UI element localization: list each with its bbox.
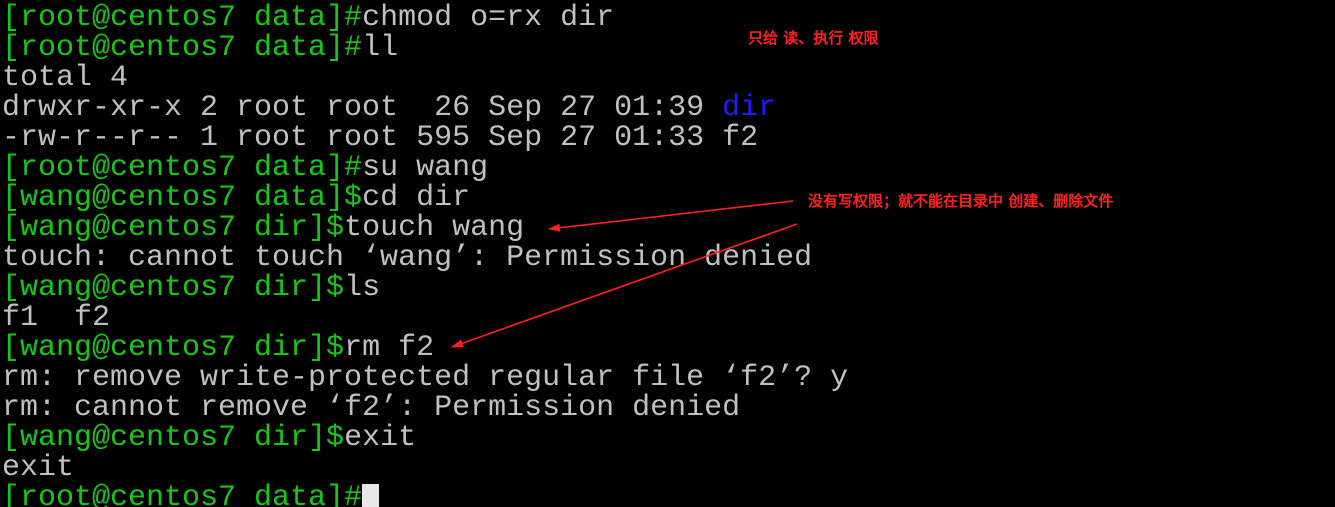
command-text: cd dir (362, 181, 471, 215)
shell-prompt: [root@centos7 data]# (2, 31, 363, 65)
shell-prompt: [wang@centos7 data]$ (2, 181, 363, 215)
output-text: exit (2, 451, 75, 485)
terminal-line: rm: cannot remove ‘f2’: Permission denie… (2, 393, 740, 423)
terminal-line: [wang@centos7 dir]$touch wang (2, 213, 524, 243)
terminal-line: [root@centos7 data]#ll (2, 33, 398, 63)
arrow-to-touch-command (548, 200, 794, 232)
terminal-line: [root@centos7 data]#su wang (2, 153, 488, 183)
output-text: touch: cannot touch ‘wang’: Permission d… (2, 241, 813, 275)
command-text: ls (344, 271, 381, 305)
output-text: rm: cannot remove ‘f2’: Permission denie… (2, 391, 741, 425)
terminal-line: touch: cannot touch ‘wang’: Permission d… (2, 243, 812, 273)
command-text: exit (344, 421, 417, 455)
command-text: touch wang (344, 211, 525, 245)
shell-prompt: [wang@centos7 dir]$ (2, 211, 345, 245)
terminal-line: f1 f2 (2, 303, 110, 333)
terminal-window[interactable]: [root@centos7 data]#chmod o=rx dir [root… (0, 0, 1335, 507)
terminal-line: [wang@centos7 dir]$exit (2, 423, 416, 453)
terminal-line: rm: remove write-protected regular file … (2, 363, 848, 393)
terminal-line: -rw-r--r-- 1 root root 595 Sep 27 01:33 … (2, 123, 758, 153)
output-text: rm: remove write-protected regular file … (2, 361, 849, 395)
terminal-line: [wang@centos7 dir]$ls (2, 273, 380, 303)
shell-prompt: [root@centos7 data]# (2, 481, 363, 507)
output-text: -rw-r--r-- 1 root root 595 Sep 27 01:33 … (2, 121, 759, 155)
output-text: total 4 (2, 61, 129, 95)
command-text: su wang (362, 151, 489, 185)
terminal-line: [wang@centos7 data]$cd dir (2, 183, 470, 213)
terminal-line: total 4 (2, 63, 128, 93)
shell-prompt: [wang@centos7 dir]$ (2, 271, 345, 305)
text-cursor (362, 484, 380, 507)
terminal-line: [root@centos7 data]# (2, 481, 380, 507)
output-text: f1 f2 (2, 301, 111, 335)
shell-prompt: [wang@centos7 dir]$ (2, 331, 345, 365)
annotation-no-write-permission: 没有写权限；就不能在目录中 创建、删除文件 (808, 192, 1114, 210)
annotation-read-execute-only: 只给 读、执行 权限 (748, 29, 879, 47)
terminal-line: [wang@centos7 dir]$rm f2 (2, 333, 434, 363)
shell-prompt: [wang@centos7 dir]$ (2, 421, 345, 455)
terminal-line: [root@centos7 data]#chmod o=rx dir (2, 3, 614, 33)
command-text: chmod o=rx dir (362, 1, 615, 35)
shell-prompt: [root@centos7 data]# (2, 1, 363, 35)
command-text: rm f2 (344, 331, 435, 365)
directory-name: dir (722, 91, 777, 125)
output-text: drwxr-xr-x 2 root root 26 Sep 27 01:39 (2, 91, 723, 125)
shell-prompt: [root@centos7 data]# (2, 151, 363, 185)
terminal-line: exit (2, 453, 74, 483)
command-text: ll (362, 31, 399, 65)
terminal-line: drwxr-xr-x 2 root root 26 Sep 27 01:39 d… (2, 93, 776, 123)
